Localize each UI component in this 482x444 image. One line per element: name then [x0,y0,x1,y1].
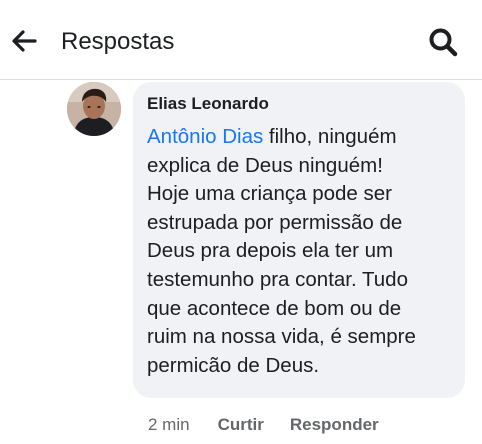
comment-line: Hoje uma criança pode ser [147,182,392,206]
page-title: Respostas [61,28,175,55]
comment-author[interactable]: Elias Leonardo [147,93,451,115]
comment-line: filho, ninguém [263,125,397,148]
comment-bubble: Elias Leonardo Antônio Dias filho, ningu… [133,82,465,398]
comment-line: que acontece de bom ou de [147,296,402,320]
comment-line: permicão de Deus. [147,353,320,377]
comment-line: explica de Deus ninguém! [147,153,383,177]
comment-line: estrupada por permissão de [147,210,403,234]
comment-line: Deus pra depois ela ter um [147,239,394,263]
avatar[interactable] [67,82,121,136]
comment-line: ruim na nossa vida, é sempre [147,325,416,349]
comment-line: testemunho pra contar. Tudo [147,267,408,291]
search-button[interactable] [426,25,460,59]
search-icon [429,28,458,57]
back-button[interactable] [8,25,40,57]
profile-photo [67,82,121,136]
app-header: Respostas [0,0,482,80]
mention-link[interactable]: Antônio Dias [147,125,263,148]
arrow-left-icon [12,30,37,52]
like-button[interactable]: Curtir [218,414,264,436]
reply-button[interactable]: Responder [290,414,379,436]
comment-actions: 2 min Curtir Responder [148,414,405,436]
comment-timestamp: 2 min [148,415,190,434]
comment-text: Antônio Dias filho, ninguém explica de De… [147,123,437,380]
